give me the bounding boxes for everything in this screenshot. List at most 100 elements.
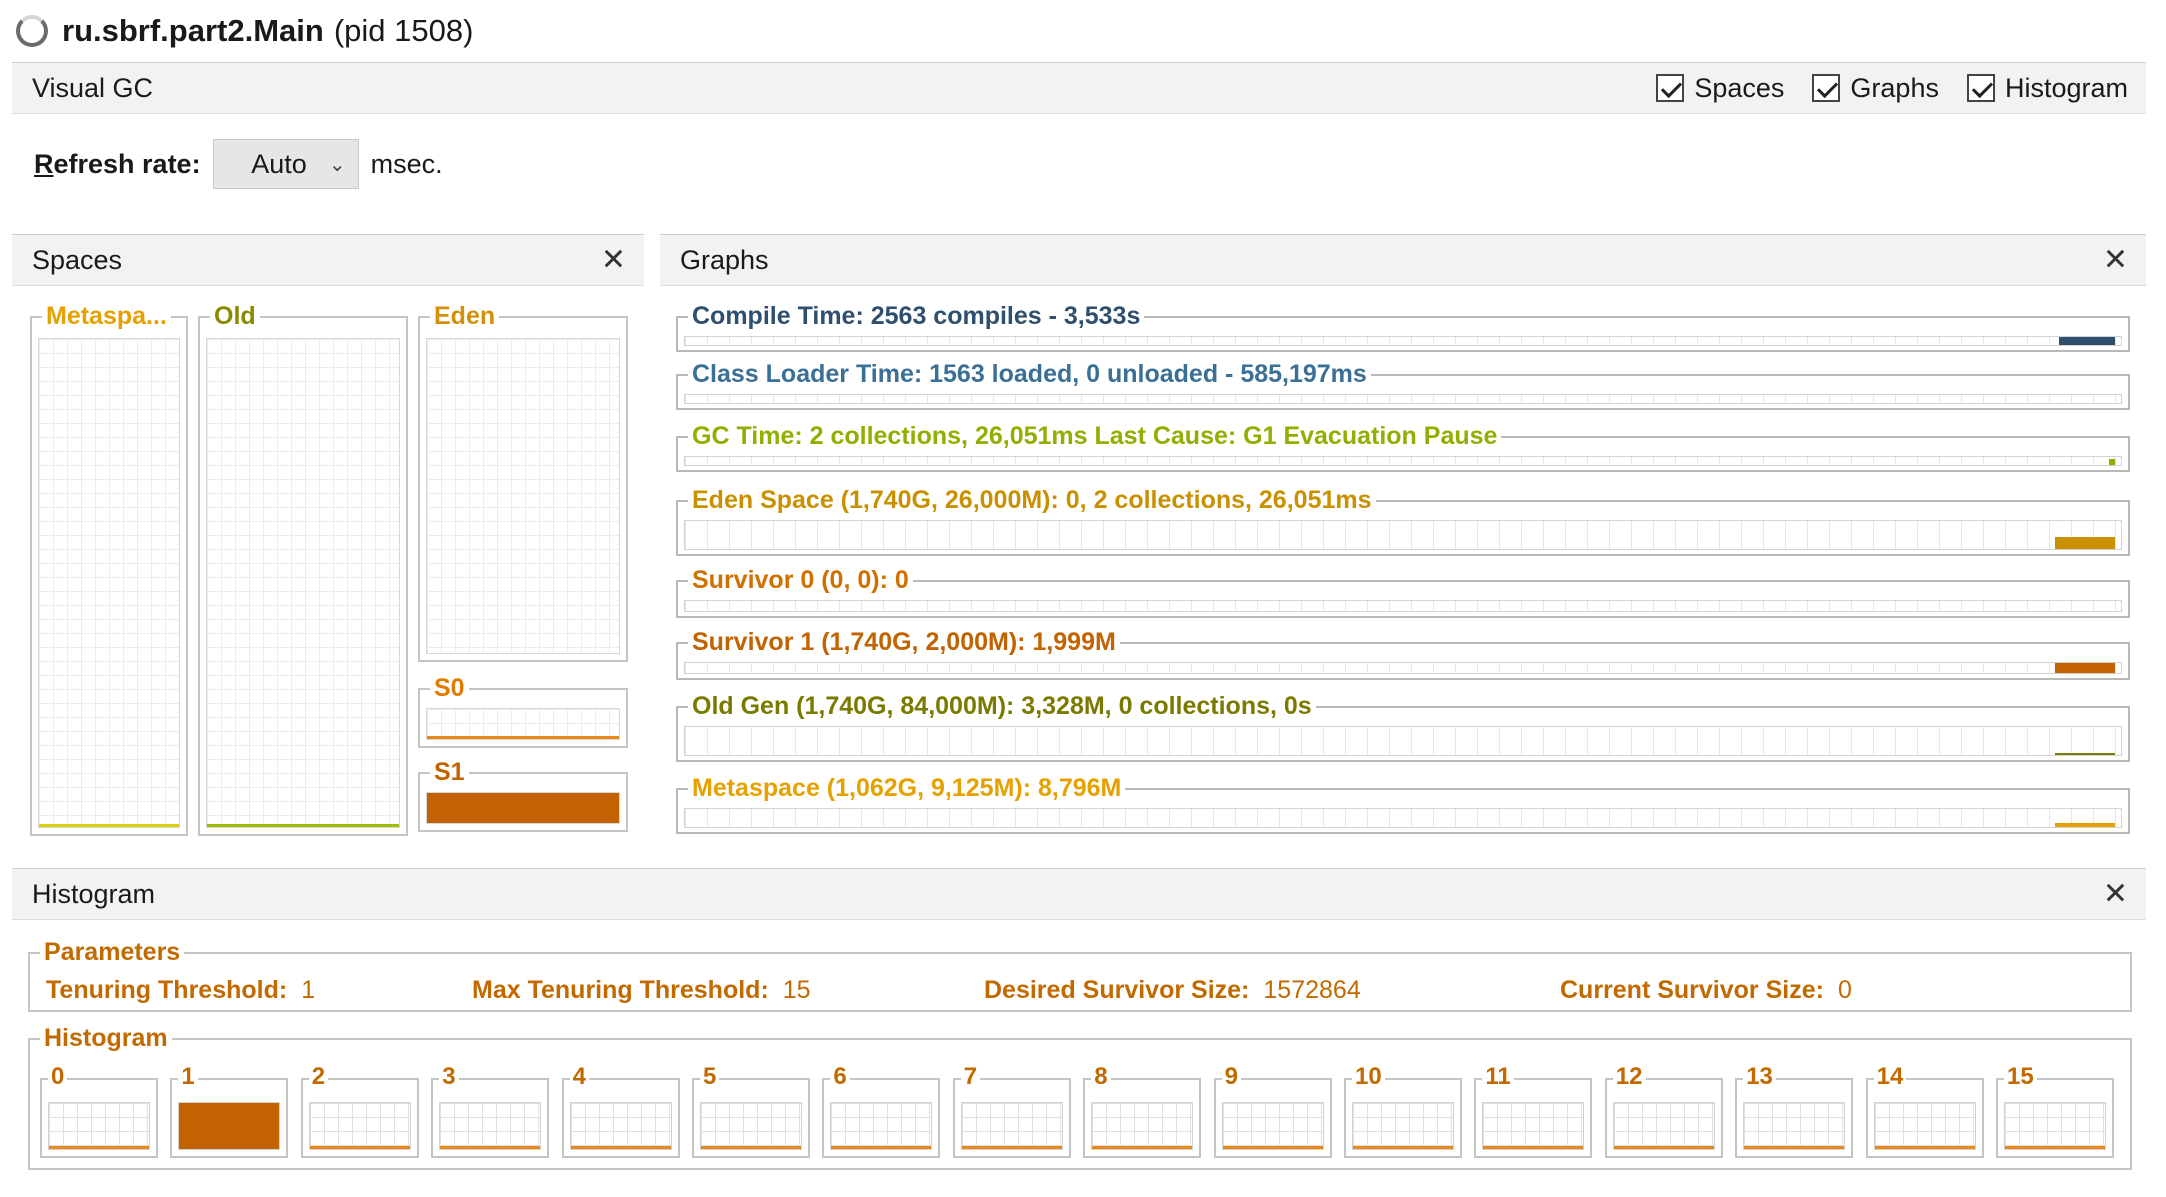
param-desired-survivor-size: Desired Survivor Size: 1572864 xyxy=(984,976,1361,1005)
checkbox-checked-icon xyxy=(1656,74,1685,102)
age-label: 13 xyxy=(1743,1064,1776,1090)
age-label: 10 xyxy=(1352,1064,1385,1090)
graph-plot xyxy=(684,726,2122,756)
refresh-rate-row: Refresh rate: Auto ⌄ msec. xyxy=(34,136,443,192)
age-baseline xyxy=(1874,1146,1975,1149)
s0-space: S0 xyxy=(418,674,628,748)
spaces-panel-header: Spaces ✕ xyxy=(12,234,644,286)
eden-plot xyxy=(426,338,620,654)
graph-series-line xyxy=(2055,753,2115,755)
graph-row: Survivor 1 (1,740G, 2,000M): 1,999M xyxy=(676,628,2130,680)
graphs-panel-header: Graphs ✕ xyxy=(660,234,2146,286)
age-baseline xyxy=(49,1146,149,1149)
param-key: Desired Survivor Size: xyxy=(984,976,1250,1004)
metaspace-level xyxy=(39,824,179,827)
age-label: 12 xyxy=(1612,1064,1646,1090)
graph-label: Survivor 0 (0, 0): 0 xyxy=(688,566,913,594)
histogram-age-cell: 11 xyxy=(1474,1064,1593,1158)
refresh-rate-dropdown[interactable]: Auto ⌄ xyxy=(212,139,359,189)
age-label: 14 xyxy=(1873,1064,1907,1090)
window-title: ru.sbrf.part2.Main (pid 1508) xyxy=(16,8,473,54)
loading-spinner-icon xyxy=(16,15,48,47)
age-plot xyxy=(1352,1102,1454,1150)
graph-label: GC Time: 2 collections, 26,051ms Last Ca… xyxy=(688,422,1502,450)
graph-row: Compile Time: 2563 compiles - 3,533s xyxy=(676,302,2130,352)
graphs-checkbox[interactable]: Graphs xyxy=(1812,73,1939,104)
param-value: 15 xyxy=(782,976,811,1004)
graph-row: Class Loader Time: 1563 loaded, 0 unload… xyxy=(676,360,2130,410)
graph-plot xyxy=(684,662,2122,674)
age-label: 6 xyxy=(830,1064,850,1090)
close-icon[interactable]: ✕ xyxy=(2103,877,2128,912)
age-fill xyxy=(179,1103,280,1149)
s1-space: S1 xyxy=(418,758,628,832)
refresh-rate-value: Auto xyxy=(251,148,307,179)
graphs-checkbox-label: Graphs xyxy=(1850,72,1939,103)
param-value: 1572864 xyxy=(1263,976,1361,1004)
param-current-survivor-size: Current Survivor Size: 0 xyxy=(1560,976,1852,1005)
param-key: Max Tenuring Threshold: xyxy=(472,976,769,1004)
spaces-checkbox-label: Spaces xyxy=(1694,72,1785,103)
graph-series-line xyxy=(2059,337,2115,345)
spaces-checkbox[interactable]: Spaces xyxy=(1656,73,1784,104)
graph-plot xyxy=(684,520,2122,550)
age-plot xyxy=(1612,1102,1715,1150)
age-baseline xyxy=(1483,1146,1584,1149)
visual-gc-bar: Visual GC Spaces Graphs Histogram xyxy=(12,62,2146,114)
param-tenuring-threshold: Tenuring Threshold: 1 xyxy=(46,976,315,1005)
graphs-panel-title: Graphs xyxy=(680,244,769,275)
graph-label: Survivor 1 (1,740G, 2,000M): 1,999M xyxy=(688,628,1120,656)
graph-row: Old Gen (1,740G, 84,000M): 3,328M, 0 col… xyxy=(676,692,2130,762)
age-baseline xyxy=(831,1146,932,1149)
old-space: Old xyxy=(198,302,408,836)
s1-label: S1 xyxy=(430,758,469,786)
age-label: 7 xyxy=(960,1064,981,1090)
visual-gc-label: Visual GC xyxy=(32,72,154,103)
graph-series-line xyxy=(2055,537,2115,549)
graph-series-line xyxy=(2055,663,2115,673)
histogram-checkbox[interactable]: Histogram xyxy=(1966,72,2128,104)
age-plot xyxy=(1221,1102,1324,1150)
age-plot xyxy=(700,1102,802,1150)
close-icon[interactable]: ✕ xyxy=(2103,243,2128,278)
param-value: 1 xyxy=(301,976,316,1004)
graph-plot xyxy=(684,600,2122,612)
histogram-age-cell: 2 xyxy=(300,1064,419,1158)
age-baseline xyxy=(1092,1146,1193,1149)
age-label: 5 xyxy=(700,1064,720,1090)
graph-label: Class Loader Time: 1563 loaded, 0 unload… xyxy=(688,360,1371,388)
histogram-age-cell: 12 xyxy=(1604,1064,1723,1158)
age-plot xyxy=(1873,1102,1976,1150)
param-key: Tenuring Threshold: xyxy=(46,976,288,1004)
age-plot xyxy=(439,1102,542,1150)
eden-label: Eden xyxy=(430,302,500,330)
age-baseline xyxy=(2005,1146,2105,1149)
metaspace-plot xyxy=(38,338,180,828)
age-label: 15 xyxy=(2004,1064,2037,1090)
s0-baseline xyxy=(427,736,619,739)
histogram-age-cell: 1 xyxy=(170,1064,289,1158)
age-plot xyxy=(308,1102,411,1150)
close-icon[interactable]: ✕ xyxy=(601,243,626,278)
histogram-age-cell: 5 xyxy=(692,1064,810,1158)
histogram-age-cell: 13 xyxy=(1735,1064,1854,1158)
age-label: 11 xyxy=(1482,1064,1514,1090)
age-plot xyxy=(2004,1102,2106,1150)
histogram-age-cell: 9 xyxy=(1213,1064,1332,1158)
s0-label: S0 xyxy=(430,674,469,702)
histogram-age-cell: 0 xyxy=(40,1064,158,1158)
age-baseline xyxy=(701,1146,801,1149)
age-plot xyxy=(178,1102,281,1150)
histogram-label: Histogram xyxy=(40,1024,172,1052)
age-baseline xyxy=(1613,1146,1714,1149)
chevron-down-icon: ⌄ xyxy=(328,153,346,176)
graph-row: GC Time: 2 collections, 26,051ms Last Ca… xyxy=(676,422,2130,472)
age-label: 2 xyxy=(308,1064,329,1090)
age-label: 1 xyxy=(178,1064,198,1090)
graph-series-line xyxy=(2055,823,2115,827)
graph-plot xyxy=(684,336,2122,346)
age-label: 9 xyxy=(1221,1064,1241,1090)
histogram-age-cell: 8 xyxy=(1083,1064,1202,1158)
age-plot xyxy=(1091,1102,1194,1150)
histogram-checkbox-label: Histogram xyxy=(2004,72,2128,103)
